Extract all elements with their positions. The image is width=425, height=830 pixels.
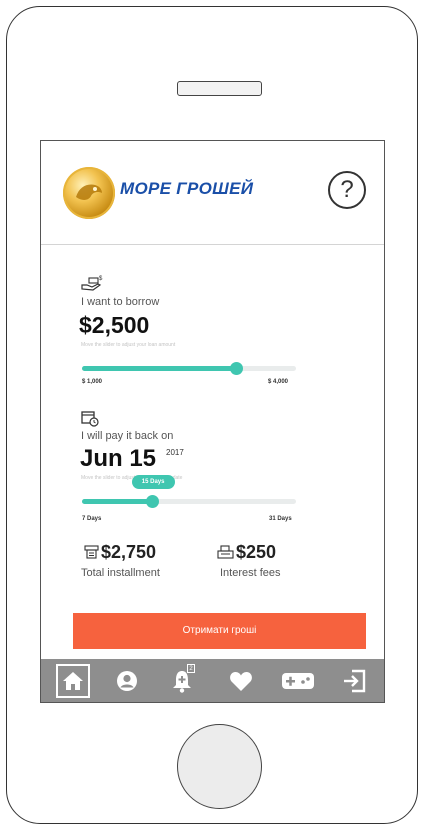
payback-title: I will pay it back on (81, 430, 174, 442)
tab-favorites[interactable] (224, 664, 258, 698)
tab-notifications[interactable]: 2 (165, 664, 199, 698)
tab-home[interactable] (56, 664, 90, 698)
payback-slider-bubble: 15 Days (131, 475, 175, 489)
brand-name: МОРЕ ГРОШЕЙ (120, 179, 254, 198)
borrow-min-label: $ 1,000 (82, 379, 103, 385)
borrow-slider-track[interactable] (82, 366, 296, 371)
app-screen: МОРЕ ГРОШЕЙ ? $ I want to borrow $2,500 … (40, 140, 385, 703)
tab-games[interactable] (278, 664, 318, 698)
borrow-max-label: $ 4,000 (268, 379, 289, 385)
tab-sign-in[interactable] (337, 664, 371, 698)
home-icon (63, 672, 83, 690)
payback-min-label: 7 Days (82, 516, 102, 522)
borrow-slider-thumb[interactable] (229, 362, 243, 375)
notification-badge: 2 (187, 664, 195, 673)
interest-fees-label: Interest fees (220, 567, 281, 579)
borrow-amount: $2,500 (79, 312, 150, 338)
interest-fees-value: $250 (236, 542, 277, 562)
cash-register-icon (217, 545, 234, 559)
borrow-title: I want to borrow (81, 296, 160, 308)
phone-speaker (177, 81, 262, 96)
borrow-hint: Move the slider to adjust your loan amou… (81, 342, 176, 348)
payback-slider-fill (82, 499, 153, 504)
get-money-button[interactable]: Отримати гроші (73, 613, 366, 649)
receipt-icon (84, 545, 99, 559)
borrow-slider-fill (82, 366, 237, 371)
phone-home-button[interactable] (177, 724, 262, 809)
payback-date-day: Jun 15 (80, 445, 157, 472)
sign-in-icon (344, 669, 366, 693)
money-hand-icon: $ (81, 276, 103, 291)
tab-profile[interactable] (110, 664, 144, 698)
total-installment-label: Total installment (81, 567, 160, 579)
payback-slider-track[interactable] (82, 499, 296, 504)
help-icon[interactable]: ? (328, 171, 366, 209)
calendar-clock-icon (81, 411, 99, 427)
bottom-tab-bar: 2 (41, 659, 384, 702)
svg-text:$: $ (99, 276, 103, 282)
app-header: МОРЕ ГРОШЕЙ ? (41, 141, 384, 245)
payback-date-year: 2017 (166, 448, 184, 457)
heart-icon (230, 672, 252, 691)
logo-coin-icon (63, 167, 115, 219)
user-icon (117, 671, 137, 691)
gamepad-icon (282, 673, 314, 689)
payback-max-label: 31 Days (269, 516, 292, 522)
total-installment-value: $2,750 (101, 542, 157, 562)
payback-slider-thumb[interactable] (146, 495, 160, 508)
